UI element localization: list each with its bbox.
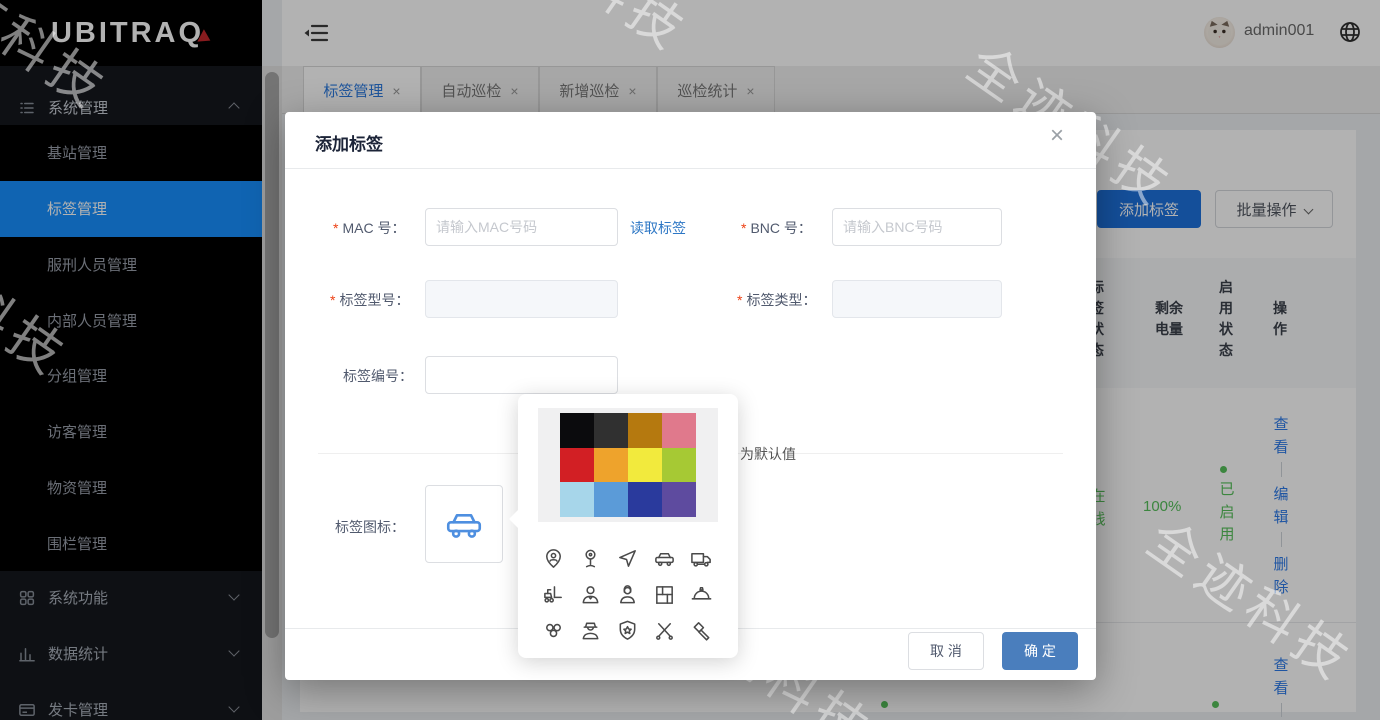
color-panel bbox=[538, 408, 718, 522]
dialog-title: 添加标签 bbox=[315, 130, 383, 155]
mac-input[interactable] bbox=[425, 208, 618, 246]
read-tag-link[interactable]: 读取标签 bbox=[630, 218, 686, 238]
confirm-button[interactable]: 确 定 bbox=[1002, 632, 1078, 670]
selected-tag-icon-box[interactable] bbox=[425, 485, 503, 563]
shield-star-icon[interactable] bbox=[609, 612, 646, 648]
close-icon[interactable]: × bbox=[1050, 124, 1064, 148]
required-mark: * bbox=[741, 220, 746, 236]
icon-grid bbox=[535, 540, 721, 648]
navigation-icon[interactable] bbox=[609, 540, 646, 576]
tag-icon-label: 标签图标： bbox=[335, 517, 405, 537]
color-swatch[interactable] bbox=[594, 482, 628, 517]
bnc-label: *BNC 号： bbox=[741, 218, 812, 238]
color-swatch[interactable] bbox=[560, 482, 594, 517]
tag-type-input[interactable] bbox=[832, 280, 1002, 318]
woman-icon[interactable] bbox=[609, 576, 646, 612]
color-swatch[interactable] bbox=[628, 413, 662, 448]
truck-icon[interactable] bbox=[683, 540, 720, 576]
color-swatch[interactable] bbox=[662, 413, 696, 448]
tag-model-input[interactable] bbox=[425, 280, 618, 318]
camera-pin-icon[interactable] bbox=[572, 540, 609, 576]
car-icon[interactable] bbox=[646, 540, 683, 576]
app-window: UBITRAQ 系统管理 基站管理 标签管理 服刑人员管理 内部人员管理 分组管… bbox=[0, 0, 1380, 720]
cancel-button[interactable]: 取 消 bbox=[908, 632, 984, 670]
color-swatch[interactable] bbox=[594, 413, 628, 448]
color-swatch[interactable] bbox=[662, 482, 696, 517]
required-mark: * bbox=[330, 292, 335, 308]
person-pin-icon[interactable] bbox=[535, 540, 572, 576]
required-mark: * bbox=[333, 220, 338, 236]
required-mark: * bbox=[737, 292, 742, 308]
bnc-input[interactable] bbox=[832, 208, 1002, 246]
tag-code-input[interactable] bbox=[425, 356, 618, 394]
field-label: 标签类型： bbox=[746, 292, 816, 308]
color-swatch[interactable] bbox=[594, 448, 628, 483]
mask-icon[interactable] bbox=[535, 612, 572, 648]
officer-icon[interactable] bbox=[572, 612, 609, 648]
color-swatch[interactable] bbox=[628, 482, 662, 517]
default-value-hint: 为默认值 bbox=[740, 444, 796, 464]
color-swatch[interactable] bbox=[560, 413, 594, 448]
man-icon[interactable] bbox=[572, 576, 609, 612]
hammer-icon[interactable] bbox=[683, 612, 720, 648]
dialog-header-divider bbox=[285, 168, 1096, 169]
tag-code-label: 标签编号： bbox=[343, 366, 413, 386]
field-label: MAC 号： bbox=[342, 220, 405, 236]
field-label: BNC 号： bbox=[750, 220, 811, 236]
popup-arrow bbox=[509, 510, 518, 528]
car-icon bbox=[443, 503, 485, 545]
color-swatch[interactable] bbox=[628, 448, 662, 483]
color-swatch-grid bbox=[560, 413, 696, 517]
forklift-icon[interactable] bbox=[535, 576, 572, 612]
color-swatch[interactable] bbox=[662, 448, 696, 483]
color-swatch[interactable] bbox=[560, 448, 594, 483]
shelf-icon[interactable] bbox=[646, 576, 683, 612]
tag-model-label: *标签型号： bbox=[330, 290, 409, 310]
tag-type-label: *标签类型： bbox=[737, 290, 816, 310]
icon-color-picker-popup bbox=[518, 394, 738, 658]
scissors-icon[interactable] bbox=[646, 612, 683, 648]
helmet-icon[interactable] bbox=[683, 576, 720, 612]
field-label: 标签型号： bbox=[339, 292, 409, 308]
mac-label: *MAC 号： bbox=[333, 218, 405, 238]
